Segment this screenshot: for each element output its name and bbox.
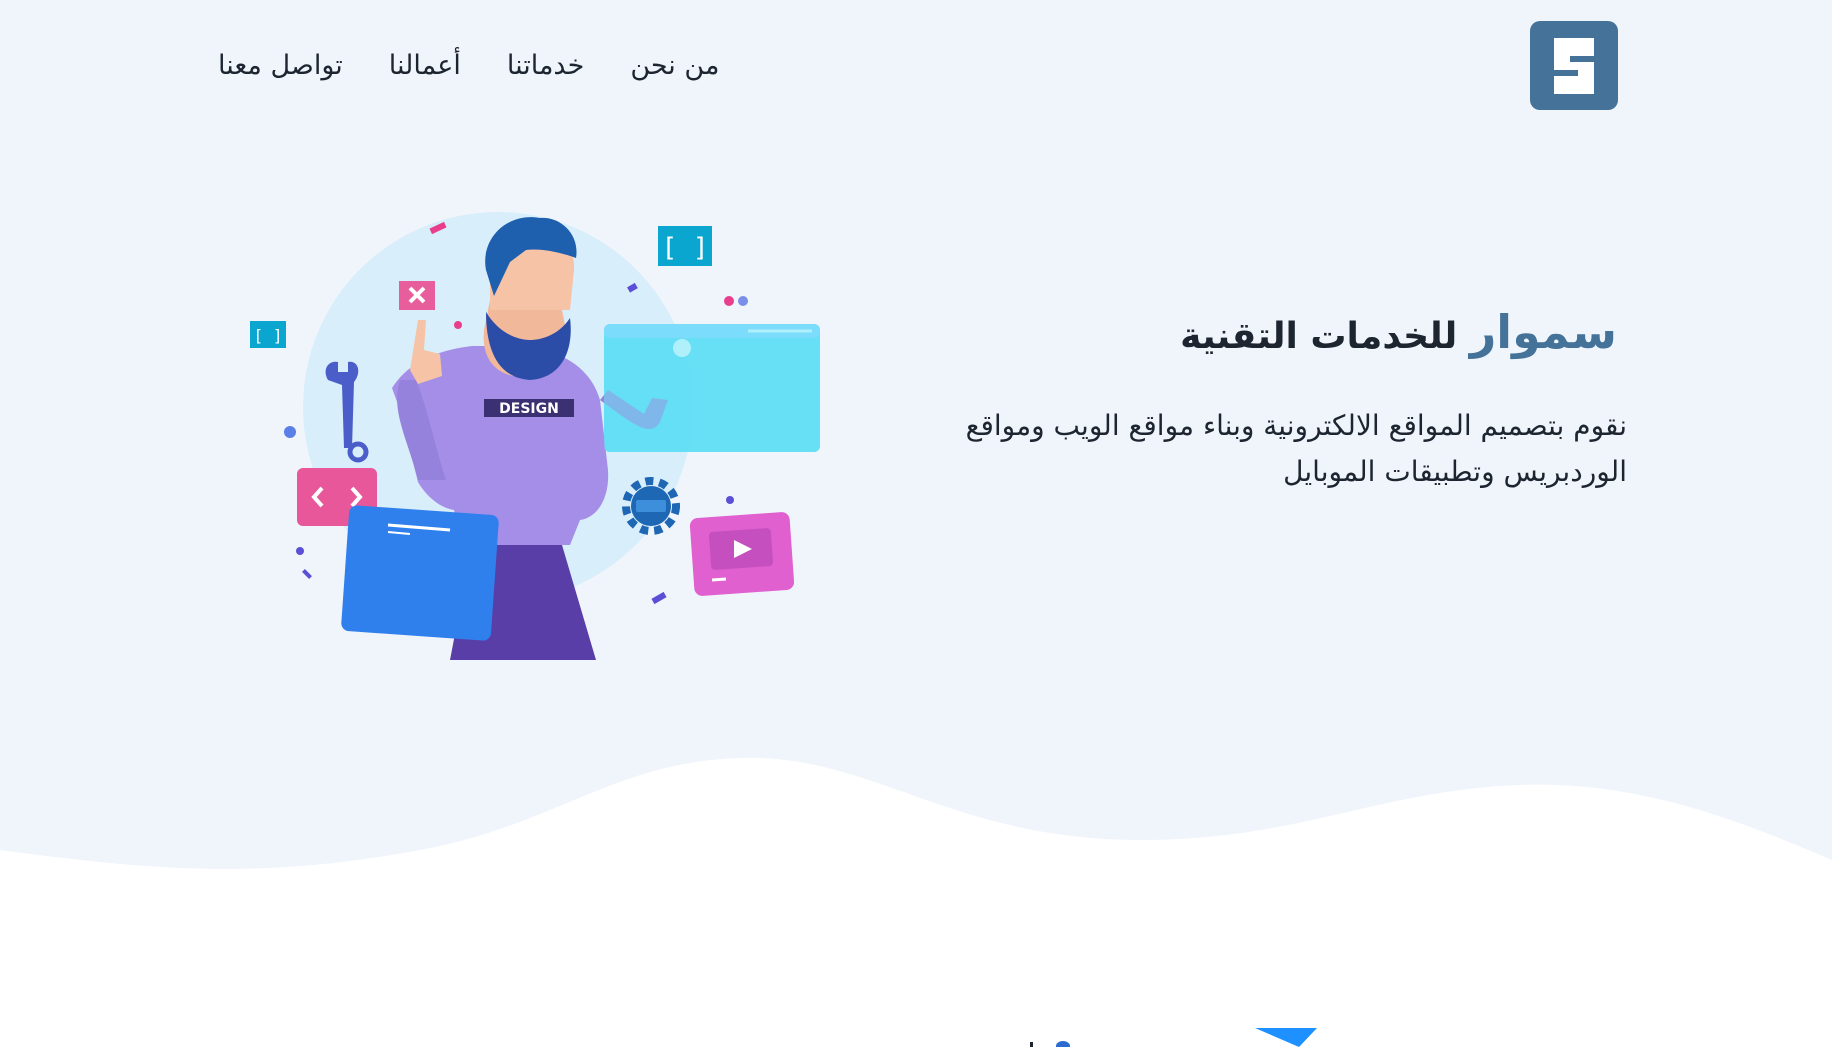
page: من نحن خدماتنا أعمالنا تواصل معنا سموار … [0,0,1832,1047]
nav-services[interactable]: خدماتنا [507,50,584,81]
site-logo[interactable] [1530,21,1618,110]
svg-text:[ ]: [ ] [662,233,709,263]
hero-brand: سموار [1469,305,1617,359]
close-x-icon [399,281,435,310]
hero-title-rest: للخدمات التقنية [1180,316,1458,357]
nav-about[interactable]: من نحن [630,50,719,81]
nav-portfolio[interactable]: أعمالنا [389,50,461,81]
paper-plane-icon [1255,1028,1317,1047]
main-nav: من نحن خدماتنا أعمالنا تواصل معنا [218,40,719,90]
logo-s-icon [1554,37,1594,94]
hero-description: نقوم بتصميم المواقع الالكترونية وبناء مو… [965,409,1627,488]
hero-illustration: [ ] [ ] DESIGN [250,212,820,660]
svg-text:[ ]: [ ] [254,326,283,345]
illustration-badge-text: DESIGN [499,401,559,417]
nav-contact[interactable]: تواصل معنا [218,50,343,81]
section-heading-fragment [1030,1041,1070,1047]
play-icon [689,512,795,596]
editor-panel-illustration [341,505,499,641]
hero-wave-divider [0,757,1832,930]
hero-title: سموار للخدمات التقنية [917,305,1617,359]
